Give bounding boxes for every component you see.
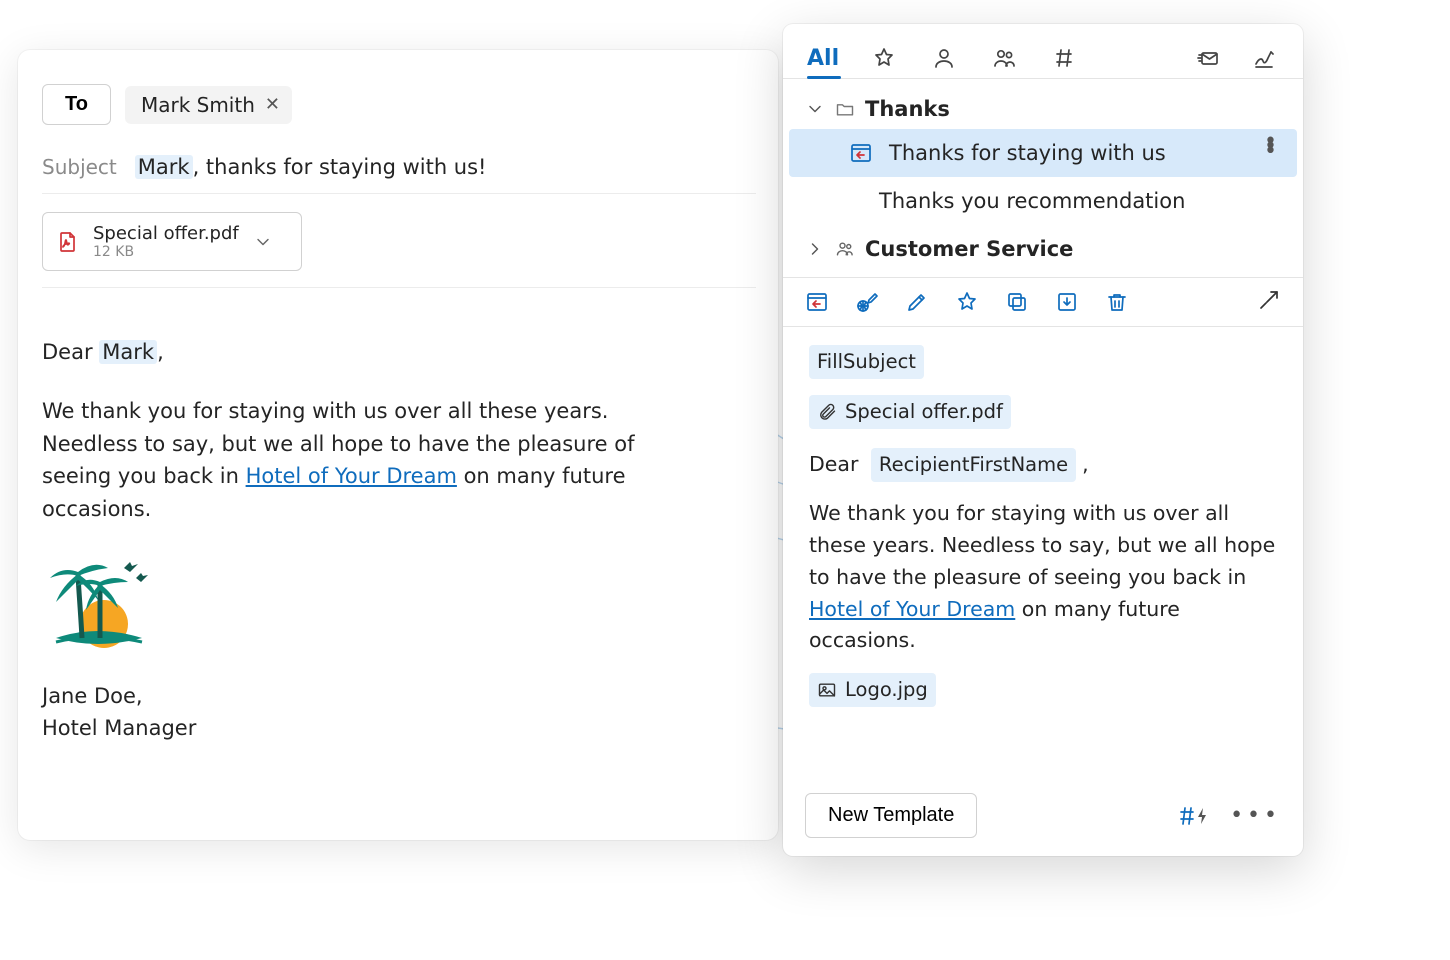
- star-icon: [955, 290, 979, 314]
- template-preview: FillSubject Special offer.pdf Dear Recip…: [783, 327, 1303, 779]
- insert-template-icon: [849, 141, 873, 165]
- hotel-link[interactable]: Hotel of Your Dream: [246, 464, 457, 488]
- logo-token[interactable]: Logo.jpg: [809, 673, 936, 707]
- edit-html-button[interactable]: [855, 290, 879, 314]
- attachment-size: 12 KB: [93, 244, 239, 260]
- bolt-icon: [1196, 807, 1208, 825]
- pencil-icon: [905, 290, 929, 314]
- email-body[interactable]: Dear Mark, We thank you for staying with…: [42, 336, 756, 745]
- import-button[interactable]: [1055, 290, 1079, 314]
- tab-personal[interactable]: [929, 38, 959, 78]
- template-selected-label: Thanks for staying with us: [889, 141, 1166, 165]
- trash-icon: [1105, 290, 1129, 314]
- template-item[interactable]: Thanks you recommendation: [789, 177, 1297, 225]
- recipient-firstname-token[interactable]: RecipientFirstName: [871, 448, 1076, 482]
- favorite-button[interactable]: [955, 290, 979, 314]
- expand-icon: [1257, 288, 1281, 312]
- subject-label: Subject: [42, 155, 117, 179]
- hash-icon: [1052, 46, 1076, 70]
- edit-button[interactable]: [905, 290, 929, 314]
- logo-token-label: Logo.jpg: [845, 675, 928, 705]
- folder-customer-service[interactable]: Customer Service: [789, 225, 1297, 273]
- signature-name: Jane Doe,: [42, 680, 756, 713]
- preview-body-1: We thank you for staying with us over al…: [809, 501, 1275, 589]
- remove-recipient-icon[interactable]: ✕: [265, 94, 280, 115]
- people-icon: [992, 46, 1016, 70]
- template-other-label: Thanks you recommendation: [879, 189, 1185, 213]
- image-icon: [817, 680, 837, 700]
- template-tree: Thanks Thanks for staying with us ••• Th…: [783, 79, 1303, 277]
- paperclip-icon: [817, 402, 837, 422]
- star-icon: [872, 46, 896, 70]
- people-icon: [835, 239, 855, 259]
- preview-greeting-suffix: ,: [1082, 452, 1089, 476]
- copy-icon: [1005, 290, 1029, 314]
- recipient-name: Mark Smith: [141, 93, 255, 117]
- templates-panel: All: [783, 24, 1303, 856]
- fill-subject-token[interactable]: FillSubject: [809, 345, 924, 379]
- person-icon: [932, 46, 956, 70]
- tab-signatures[interactable]: [1249, 38, 1279, 78]
- folder-thanks[interactable]: Thanks: [789, 89, 1297, 129]
- folder-thanks-label: Thanks: [865, 97, 950, 121]
- insert-button[interactable]: [805, 290, 829, 314]
- tab-quick-send[interactable]: [1193, 38, 1223, 78]
- folder-icon: [835, 99, 855, 119]
- to-button[interactable]: To: [42, 84, 111, 125]
- template-more-button[interactable]: •••: [1264, 142, 1279, 157]
- preview-toolbar: [783, 277, 1303, 327]
- pdf-icon: [55, 230, 79, 254]
- chevron-down-icon: [805, 99, 825, 119]
- signature-title: Hotel Manager: [42, 712, 756, 745]
- preview-attachment-name: Special offer.pdf: [845, 397, 1003, 427]
- chevron-right-icon: [805, 239, 825, 259]
- tab-favorites[interactable]: [869, 38, 899, 78]
- preview-attachment-token[interactable]: Special offer.pdf: [809, 395, 1011, 429]
- preview-hotel-link[interactable]: Hotel of Your Dream: [809, 597, 1015, 621]
- tab-all[interactable]: All: [807, 38, 839, 78]
- subject-input[interactable]: Mark, thanks for staying with us!: [135, 155, 487, 179]
- compose-pane: To Mark Smith ✕ Subject Mark, thanks for…: [18, 50, 778, 840]
- panel-tabs: All: [783, 24, 1303, 79]
- chevron-down-icon[interactable]: [253, 232, 273, 252]
- preview-greeting-prefix: Dear: [809, 452, 858, 476]
- tab-team[interactable]: [989, 38, 1019, 78]
- copy-button[interactable]: [1005, 290, 1029, 314]
- attachment-card[interactable]: Special offer.pdf 12 KB: [42, 212, 302, 271]
- expand-button[interactable]: [1257, 288, 1281, 316]
- mail-fast-icon: [1196, 46, 1220, 70]
- pen-globe-icon: [855, 290, 879, 314]
- logo-image: [42, 552, 756, 662]
- folder-cs-label: Customer Service: [865, 237, 1073, 261]
- insert-icon: [805, 290, 829, 314]
- greeting-prefix: Dear: [42, 340, 99, 364]
- quick-macro-button[interactable]: [1176, 804, 1208, 828]
- new-template-button[interactable]: New Template: [805, 793, 977, 838]
- recipient-chip[interactable]: Mark Smith ✕: [125, 86, 292, 124]
- pen-sign-icon: [1252, 46, 1276, 70]
- template-item-selected[interactable]: Thanks for staying with us •••: [789, 129, 1297, 177]
- import-icon: [1055, 290, 1079, 314]
- delete-button[interactable]: [1105, 290, 1129, 314]
- subject-rest: , thanks for staying with us!: [193, 155, 487, 179]
- attachment-name: Special offer.pdf: [93, 223, 239, 244]
- tab-tags[interactable]: [1049, 38, 1079, 78]
- subject-name-highlight: Mark: [135, 155, 193, 179]
- greeting-name-highlight: Mark: [99, 340, 157, 364]
- greeting-suffix: ,: [157, 340, 164, 364]
- more-options-button[interactable]: •••: [1230, 803, 1281, 828]
